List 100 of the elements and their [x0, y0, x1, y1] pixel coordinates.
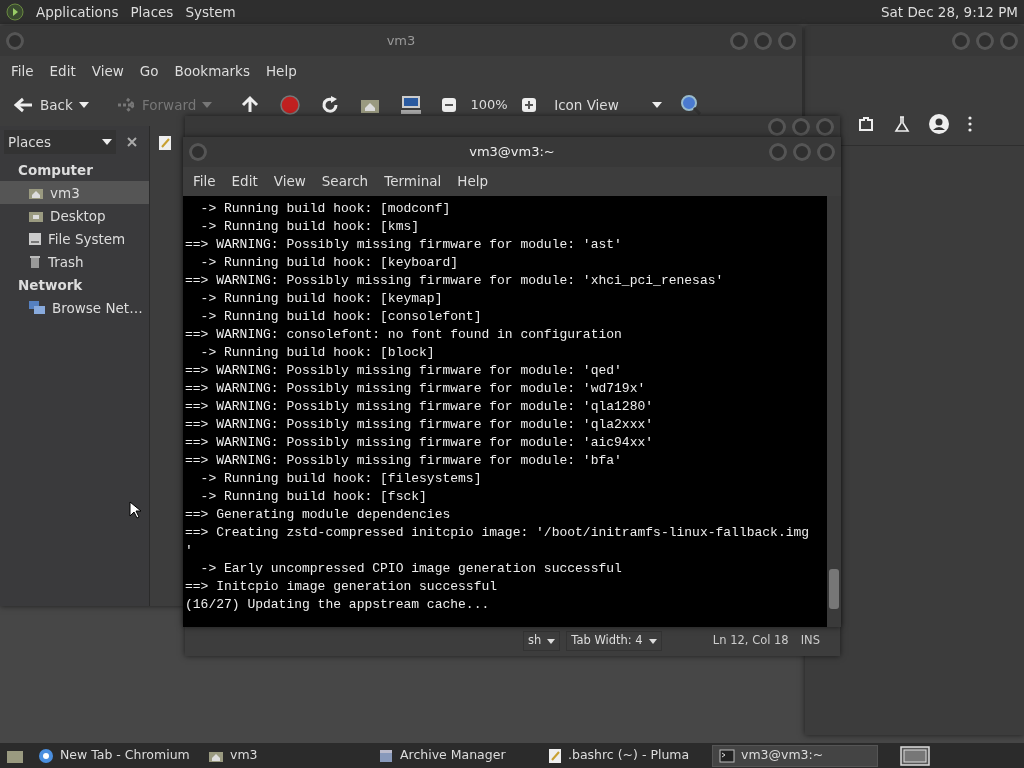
arrow-icon [116, 97, 136, 113]
window-control-button[interactable] [793, 143, 811, 161]
reload-icon [320, 95, 340, 115]
terminal-line: -> Running build hook: [consolefont] [199, 308, 483, 326]
section-heading: Computer [17, 160, 94, 180]
terminal-line: ==> Creating zstd-compressed initcpio image: '/boot/initramfs-linux-fallback.img [185, 524, 811, 542]
caret-icon [78, 102, 89, 108]
window-control-button[interactable] [769, 143, 787, 161]
caret-icon [101, 139, 112, 146]
terminal-line: ==> WARNING: Possibly missing firmware for module: 'wd719x' [185, 380, 647, 398]
menu-item[interactable]: Terminal [376, 171, 450, 192]
terminal-line: -> Running build hook: [keyboard] [199, 254, 460, 272]
account-icon[interactable] [929, 113, 949, 134]
menu-item[interactable]: Search [313, 171, 377, 192]
panel-menu[interactable]: System [185, 1, 236, 23]
minus-icon [442, 98, 456, 112]
terminal-line: ==> WARNING: Possibly missing firmware for module: 'ast' [185, 236, 623, 254]
menu-item[interactable]: Edit [41, 60, 84, 82]
terminal-line: ==> WARNING: Possibly missing firmware for module: 'qla2xxx' [185, 416, 655, 434]
caret-icon [652, 102, 663, 108]
window-control-button[interactable] [1000, 32, 1018, 50]
menu-item[interactable]: File [3, 60, 42, 82]
sidebar-item[interactable]: Browse Net… [0, 296, 149, 320]
notepad-icon [548, 747, 562, 764]
window-control-button[interactable] [816, 118, 834, 136]
insert-mode: INS [800, 632, 820, 650]
terminal-line: -> Running build hook: [keymap] [199, 290, 444, 308]
drive-icon [28, 231, 42, 246]
window-control-button[interactable] [792, 118, 810, 136]
menu-item[interactable]: Go [131, 60, 167, 82]
menu-item[interactable]: Edit [223, 171, 266, 192]
window-title: vm3@vm3:~ [469, 143, 555, 162]
terminal-line: ==> WARNING: Possibly missing firmware for module: 'qed' [185, 362, 623, 380]
window-control-button[interactable] [952, 32, 970, 50]
terminal-line: -> Running build hook: [fsck] [199, 488, 428, 506]
zoom-level: 100% [470, 96, 508, 115]
terminal-line: -> Running build hook: [filesystems] [199, 470, 483, 488]
taskbar-item[interactable]: New Tab - Chromium [32, 744, 198, 767]
scrollbar[interactable] [827, 196, 841, 627]
window-menu-button[interactable] [189, 143, 207, 161]
window-control-button[interactable] [778, 32, 796, 50]
workspace-switcher-icon[interactable] [900, 745, 930, 766]
more-menu-icon[interactable] [967, 114, 973, 133]
terminal-line: -> Running build hook: [modconf] [199, 200, 452, 218]
window-control-button[interactable] [976, 32, 994, 50]
window-title: vm3 [386, 32, 416, 51]
arrow-icon [14, 97, 34, 113]
archive-icon [378, 747, 394, 764]
caret-icon [547, 638, 556, 644]
caret-icon [202, 102, 213, 108]
menu-item[interactable]: View [265, 171, 314, 192]
panel-menu[interactable]: Places [130, 1, 174, 23]
language-dropdown[interactable]: sh [523, 631, 561, 651]
menu-item[interactable]: View [83, 60, 132, 82]
clock[interactable]: Sat Dec 28, 9:12 PM [881, 1, 1018, 23]
sidebar-item[interactable]: vm3 [0, 181, 149, 205]
terminal-line: ' [185, 542, 194, 560]
window-control-button[interactable] [754, 32, 772, 50]
terminal-line: ==> Generating module dependencies [185, 506, 452, 524]
menu-item[interactable]: Help [449, 171, 497, 192]
window-control-button[interactable] [768, 118, 786, 136]
taskbar-item[interactable]: Archive Manager [372, 744, 538, 767]
sidebar-item[interactable]: File System [0, 227, 149, 251]
scrollbar-thumb[interactable] [829, 569, 839, 609]
terminal-line: ==> WARNING: Possibly missing firmware for module: 'xhci_pci_renesas' [185, 272, 725, 290]
taskbar-item[interactable]: vm3@vm3:~ [712, 744, 878, 767]
trash-icon [28, 254, 42, 269]
menu-item[interactable]: File [185, 171, 224, 192]
stop-icon [280, 95, 300, 115]
terminal-line: ==> WARNING: Possibly missing firmware for module: 'bfa' [185, 452, 623, 470]
cursor-position: Ln 12, Col 18 [712, 632, 789, 650]
flask-icon[interactable] [893, 114, 911, 133]
terminal-line: -> Early uncompressed CPIO image generation successful [199, 560, 623, 578]
plus-icon [522, 98, 537, 112]
window-menu-button[interactable] [6, 32, 24, 50]
terminal-line: ==> Initcpio image generation successful [185, 578, 499, 596]
computer-icon [400, 95, 422, 115]
terminal-line: (16/27) Updating the appstream cache... [185, 596, 491, 614]
sidebar-item[interactable]: Desktop [0, 204, 149, 228]
tab-width-dropdown[interactable]: Tab Width: 4 [566, 631, 662, 651]
view-mode-dropdown[interactable]: Icon View [548, 92, 669, 118]
puzzle-icon[interactable] [857, 114, 875, 133]
window-control-button[interactable] [730, 32, 748, 50]
places-dropdown[interactable]: Places [4, 130, 116, 155]
terminal-line: ==> WARNING: Possibly missing firmware for module: 'aic94xx' [185, 434, 655, 452]
window-control-button[interactable] [817, 143, 835, 161]
menu-item[interactable]: Help [257, 60, 305, 82]
taskbar-item[interactable]: vm3 [202, 744, 368, 767]
panel-menu[interactable]: Applications [36, 1, 119, 23]
network-icon [28, 299, 46, 316]
terminal-line: -> Running build hook: [block] [199, 344, 436, 362]
caret-icon [648, 638, 657, 644]
menu-item[interactable]: Bookmarks [166, 60, 258, 82]
taskbar-item[interactable]: .bashrc (~) - Pluma [542, 744, 708, 767]
up-arrow-icon [240, 95, 260, 115]
terminal-line: ==> WARNING: consolefont: no font found in configuration [185, 326, 623, 344]
menu-logo-icon[interactable] [6, 3, 24, 21]
back-button[interactable]: Back [8, 92, 106, 118]
terminal-line: -> Running build hook: [kms] [199, 218, 421, 236]
sidebar-item[interactable]: Trash [0, 250, 149, 274]
